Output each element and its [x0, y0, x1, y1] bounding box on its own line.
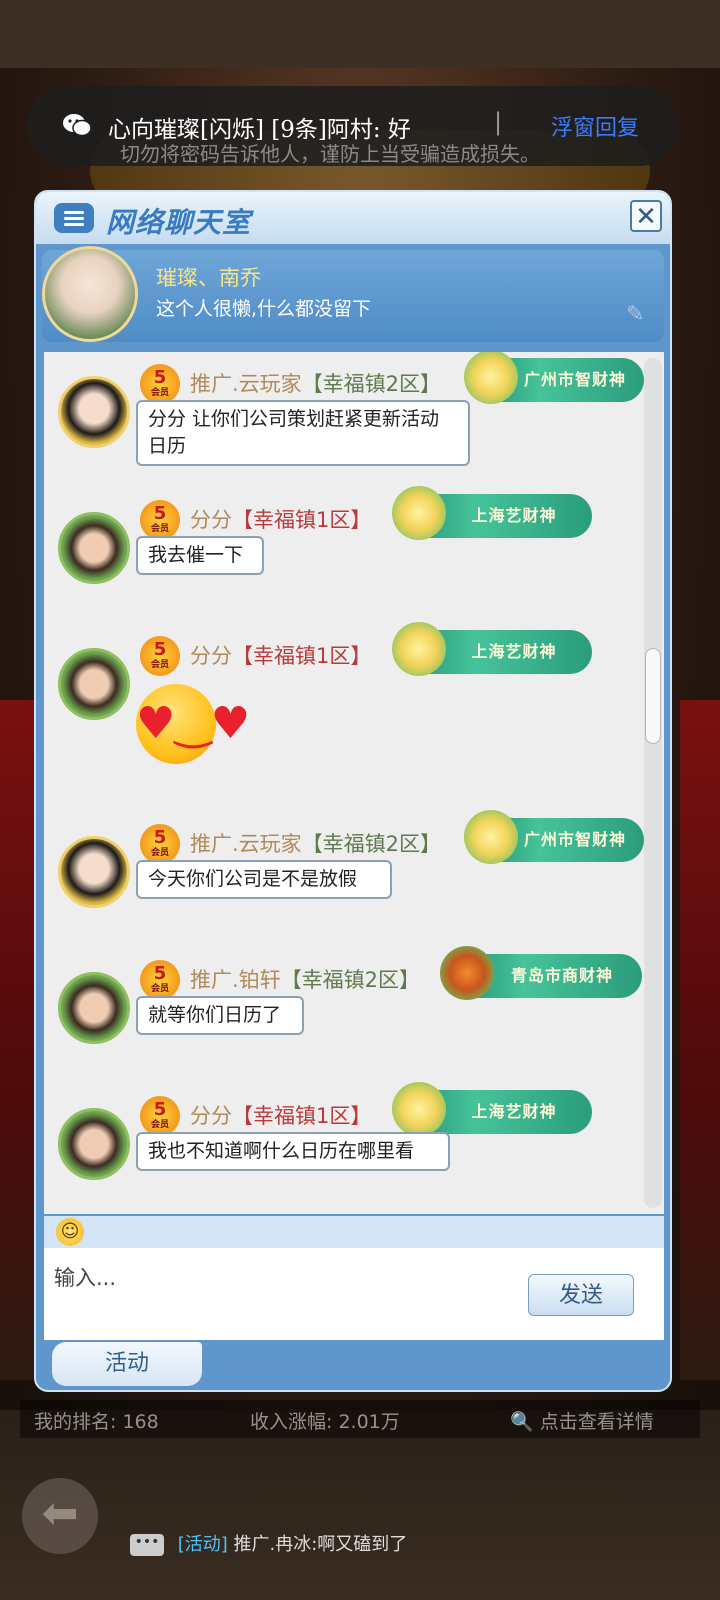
title-badge: 广州市智财神: [464, 810, 644, 864]
smiley-icon[interactable]: ☺: [56, 1218, 84, 1246]
message-sender[interactable]: 推广.云玩家【幸福镇2区】: [190, 828, 441, 858]
list-icon: [54, 203, 94, 233]
chat-message-list[interactable]: 5 会员 推广.云玩家【幸福镇2区】 广州市智财神 分分 让你们公司策划赶紧更新活…: [44, 352, 664, 1214]
float-reply-button[interactable]: 浮窗回复: [551, 110, 639, 142]
message-bubble: 分分 让你们公司策划赶紧更新活动日历: [136, 400, 470, 466]
title-badge: 上海艺财神: [392, 486, 592, 540]
avatar[interactable]: [58, 512, 130, 584]
stage-curtain-right: [680, 700, 720, 1380]
emoji-toolbar: ☺: [44, 1216, 664, 1248]
dialog-titlebar: 网络聊天室 ✕: [36, 192, 670, 244]
avatar[interactable]: [58, 376, 130, 448]
rank-bar: 我的排名: 168 收入涨幅: 2.01万 🔍 点击查看详情: [20, 1400, 700, 1438]
flower-icon: [464, 352, 518, 404]
message-bubble: 今天你们公司是不是放假: [136, 860, 392, 899]
message-sender[interactable]: 推广.铂轩【幸福镇2区】: [190, 964, 420, 994]
flower-icon: [392, 486, 446, 540]
title-badge: 青岛市商财神: [440, 946, 642, 1000]
vip-badge-icon: 5 会员: [140, 1096, 180, 1136]
message-sender[interactable]: 推广.云玩家【幸福镇2区】: [190, 368, 441, 398]
send-button[interactable]: 发送: [528, 1274, 634, 1316]
flower-icon: [464, 810, 518, 864]
message-sender[interactable]: 分分【幸福镇1区】: [190, 640, 371, 670]
bottom-scene: [0, 1410, 720, 1600]
message-input[interactable]: 输入...: [54, 1262, 116, 1292]
message-bubble: 我去催一下: [136, 536, 264, 575]
vip-badge-icon: 5 会员: [140, 636, 180, 676]
avatar[interactable]: [58, 836, 130, 908]
edit-icon[interactable]: ✎: [626, 302, 650, 327]
flower-icon: [392, 622, 446, 676]
income-growth: 收入涨幅: 2.01万: [250, 1411, 400, 1433]
wechat-icon: [63, 114, 92, 137]
chat-message: 5 会员 分分【幸福镇1区】 上海艺财神 我也不知道啊什么日历在哪里看: [44, 1082, 644, 1214]
security-warning: 切勿将密码告诉他人，谨防上当受骗造成损失。: [120, 142, 540, 166]
flower-icon: [392, 1082, 446, 1136]
avatar[interactable]: [58, 1108, 130, 1180]
chat-message: 5 会员 推广.云玩家【幸福镇2区】 广州市智财神 今天你们公司是不是放假: [44, 810, 644, 942]
chat-room-dialog: 网络聊天室 ✕ 璀璨、南乔 这个人很懒,什么都没留下 ✎ 5 会员 推广.云玩家【…: [34, 190, 672, 1392]
chat-message: 5 会员 分分【幸福镇1区】 上海艺财神 ♥‿♥: [44, 622, 644, 774]
close-button[interactable]: ✕: [630, 200, 662, 232]
chat-message: 5 会员 分分【幸福镇1区】 上海艺财神 我去催一下: [44, 486, 644, 618]
ticker-text: 推广.冉冰:啊又磕到了: [233, 1534, 408, 1555]
back-button[interactable]: ⬅: [22, 1478, 98, 1554]
chat-scrollbar[interactable]: [644, 358, 662, 1208]
my-rank: 我的排名: 168: [34, 1411, 159, 1433]
avatar[interactable]: [58, 648, 130, 720]
title-badge: 广州市智财神: [464, 352, 644, 404]
message-sender[interactable]: 分分【幸福镇1区】: [190, 504, 371, 534]
profile-card: 璀璨、南乔 这个人很懒,什么都没留下 ✎: [42, 246, 664, 342]
view-details-link[interactable]: 🔍 点击查看详情: [510, 1407, 654, 1434]
message-input-area[interactable]: 输入... 发送: [44, 1248, 664, 1340]
heart-eyes-emoji-icon: ♥‿♥: [136, 684, 250, 764]
title-badge: 上海艺财神: [392, 1082, 592, 1136]
ticker-tag: [活动]: [177, 1534, 228, 1555]
tab-activity[interactable]: 活动: [52, 1342, 202, 1386]
vip-badge-icon: 5 会员: [140, 960, 180, 1000]
message-bubble: 就等你们日历了: [136, 996, 304, 1035]
notification-separator: |: [494, 108, 503, 136]
profile-signature: 这个人很懒,什么都没留下: [156, 298, 372, 320]
activity-ticker[interactable]: ••• [活动] 推广.冉冰:啊又磕到了: [130, 1530, 407, 1556]
fruit-basket-icon: [440, 946, 494, 1000]
dialog-title: 网络聊天室: [106, 206, 252, 239]
message-sender[interactable]: 分分【幸福镇1区】: [190, 1100, 371, 1130]
message-bubble: 我也不知道啊什么日历在哪里看: [136, 1132, 450, 1171]
avatar[interactable]: [42, 246, 138, 342]
back-arrow-icon: ⬅: [41, 1488, 79, 1539]
scroll-thumb[interactable]: [645, 648, 661, 744]
avatar[interactable]: [58, 972, 130, 1044]
chat-bubble-icon: •••: [130, 1534, 164, 1556]
status-area: [0, 0, 720, 68]
vip-badge-icon: 5 会员: [140, 500, 180, 540]
chat-message: 5 会员 推广.云玩家【幸福镇2区】 广州市智财神 分分 让你们公司策划赶紧更新活…: [44, 352, 644, 482]
vip-badge-icon: 5 会员: [140, 824, 180, 864]
search-icon: 🔍: [510, 1411, 534, 1433]
profile-name: 璀璨、南乔: [156, 266, 261, 290]
vip-badge-icon: 5 会员: [140, 364, 180, 404]
chat-message: 5 会员 推广.铂轩【幸福镇2区】 青岛市商财神 就等你们日历了: [44, 946, 644, 1078]
title-badge: 上海艺财神: [392, 622, 592, 676]
